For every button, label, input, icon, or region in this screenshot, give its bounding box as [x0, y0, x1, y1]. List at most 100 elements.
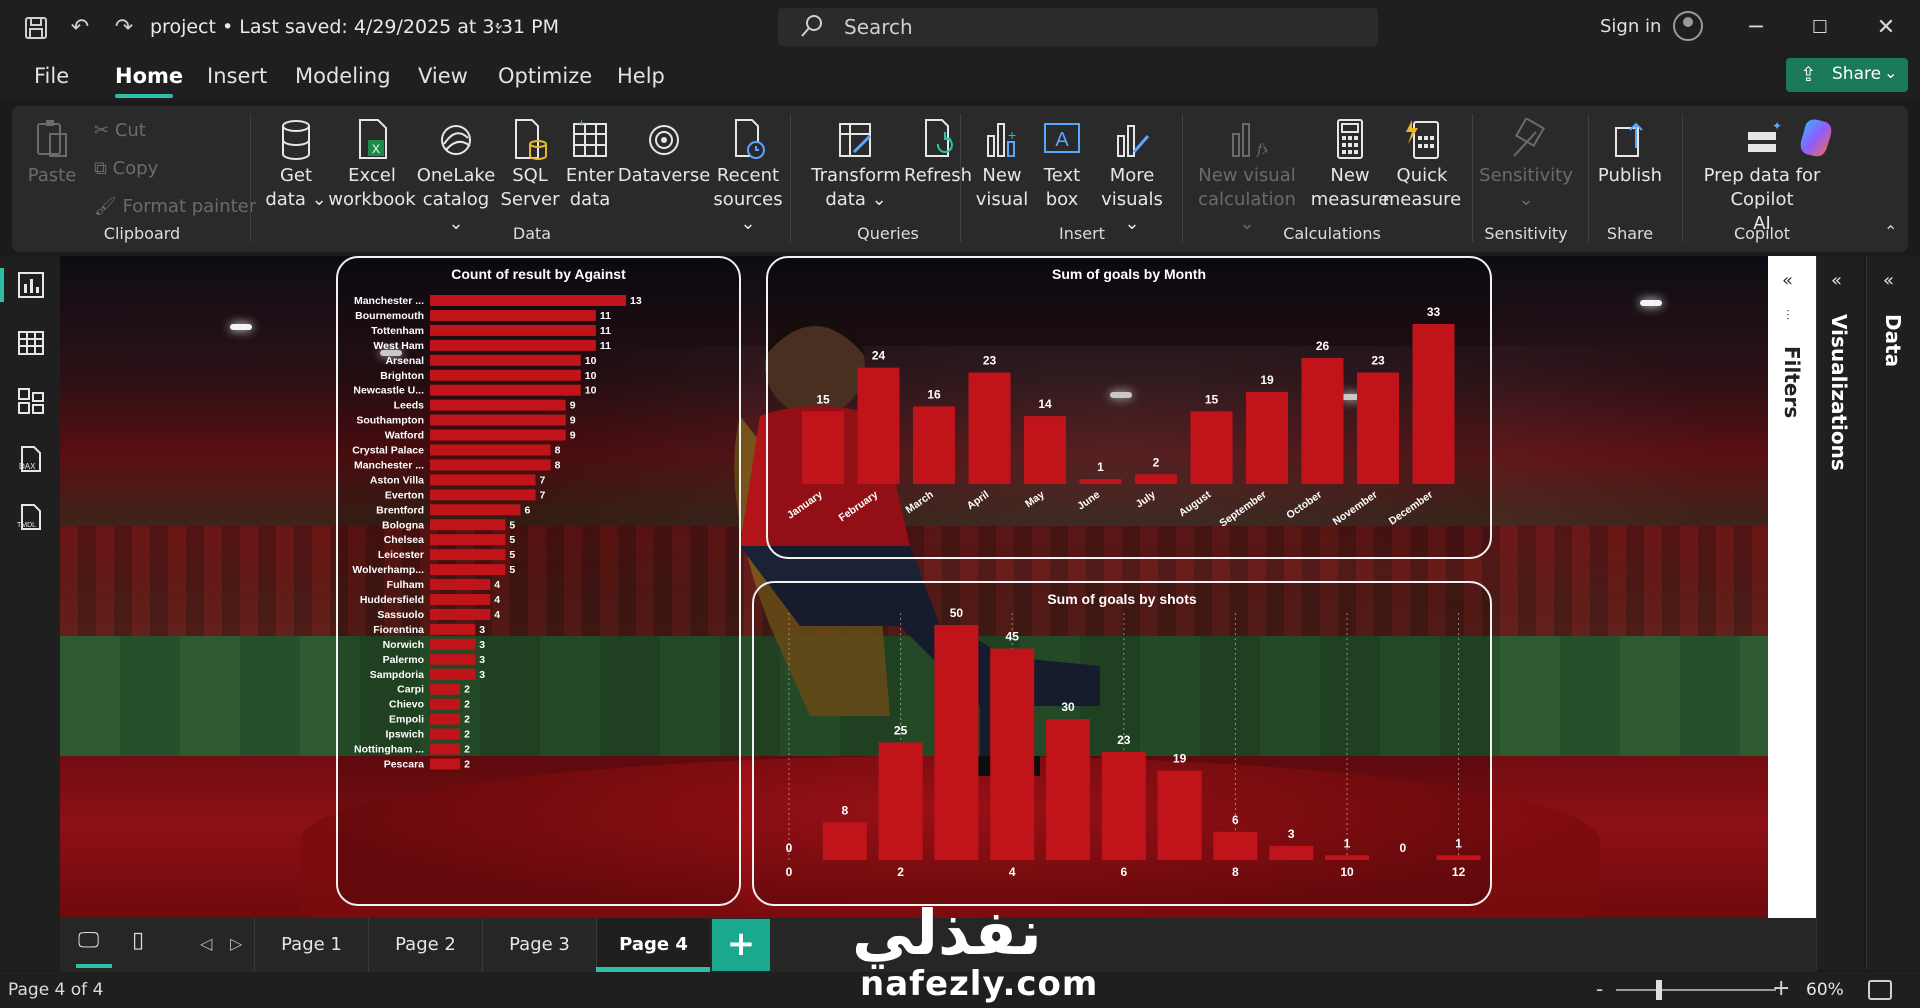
visualizations-pane[interactable]: « Visualizations — [1816, 256, 1864, 970]
tab-page-2[interactable]: Page 2 — [368, 918, 482, 972]
data-label: 9 — [570, 415, 576, 427]
menu-file[interactable]: File — [34, 64, 69, 88]
redo-icon[interactable]: ↷ — [108, 12, 140, 44]
recent-sources-button[interactable]: Recent sources ⌄ — [704, 118, 792, 236]
bar — [430, 369, 581, 381]
data-label: 4 — [494, 609, 500, 621]
tmdl-view-icon[interactable]: TMDL — [16, 502, 46, 532]
filters-pane[interactable]: « ⫶ Filters — [1768, 256, 1816, 918]
desktop-layout-icon[interactable]: 🖵 — [78, 928, 99, 953]
category-label: Norwich — [383, 639, 424, 651]
copy-button[interactable]: ⧉ Copy — [94, 158, 158, 179]
category-label: Sassuolo — [377, 609, 424, 621]
x-tick-label: November — [1331, 489, 1380, 528]
close-button[interactable]: ✕ — [1866, 10, 1906, 46]
enter-data-button[interactable]: + Enter data — [558, 118, 622, 212]
sign-in-link[interactable]: Sign in — [1600, 16, 1661, 37]
copilot-button[interactable] — [1786, 116, 1846, 162]
sql-server-button[interactable]: SQL Server — [498, 118, 562, 212]
bar — [857, 367, 900, 484]
report-view-icon[interactable] — [16, 270, 46, 300]
more-visuals-button[interactable]: More visuals ⌄ — [1094, 118, 1170, 236]
data-label: 2 — [1153, 455, 1160, 469]
menu-optimize[interactable]: Optimize — [498, 64, 592, 88]
zoom-in-button[interactable]: + — [1772, 976, 1790, 1001]
format-painter-button[interactable]: 🖌 Format painter — [94, 196, 256, 217]
excel-workbook-button[interactable]: X Excel workbook — [326, 118, 418, 212]
category-label: Huddersfield — [360, 594, 424, 606]
add-page-button[interactable]: + — [712, 919, 770, 971]
onelake-catalog-button[interactable]: OneLake catalog ⌄ — [416, 118, 496, 236]
data-label: 2 — [464, 714, 470, 726]
chart-goals-by-shots[interactable]: Sum of goals by shots 0 8 25 50 45 30 23 19 6 3 1 0… — [752, 581, 1492, 906]
data-label: 13 — [630, 295, 642, 307]
publish-button[interactable]: Publish — [1590, 118, 1670, 188]
avatar[interactable] — [1673, 11, 1703, 41]
dataverse-button[interactable]: Dataverse — [616, 118, 712, 188]
zoom-level[interactable]: 60% — [1806, 980, 1844, 1000]
data-label: 23 — [1371, 353, 1385, 367]
menu-modeling[interactable]: Modeling — [295, 64, 391, 88]
bar — [430, 444, 551, 456]
share-button[interactable]: ⇪ Share ⌄ — [1786, 58, 1908, 92]
tab-page-3[interactable]: Page 3 — [482, 918, 596, 972]
quick-measure-button[interactable]: Quick measure — [1380, 118, 1464, 212]
cut-button[interactable]: ✂ Cut — [94, 120, 146, 141]
table-view-icon[interactable] — [16, 328, 46, 358]
zoom-out-button[interactable]: - — [1596, 977, 1603, 1001]
menu-insert[interactable]: Insert — [207, 64, 267, 88]
bar — [430, 429, 566, 441]
paste-button[interactable]: Paste — [22, 118, 82, 188]
chevron-down-icon[interactable]: ⌄ — [492, 14, 505, 33]
zoom-slider[interactable] — [1616, 989, 1776, 991]
tab-page-4[interactable]: Page 4 — [596, 918, 710, 972]
category-label: Ipswich — [385, 729, 424, 741]
dax-query-view-icon[interactable]: DAX — [16, 444, 46, 474]
bar — [430, 309, 596, 321]
menu-view[interactable]: View — [418, 64, 468, 88]
collapse-data-icon[interactable]: « — [1883, 270, 1894, 291]
undo-icon[interactable]: ↶ — [64, 12, 96, 44]
visualizations-label: Visualizations — [1827, 314, 1851, 471]
search-input[interactable]: Search — [778, 8, 1378, 46]
new-visual-calculation-button[interactable]: fx New visualcalculation ⌄ — [1192, 118, 1302, 236]
text-box-button[interactable]: A Text box — [1034, 118, 1090, 212]
category-label: Bologna — [382, 519, 424, 531]
fit-to-page-icon[interactable] — [1868, 980, 1892, 1000]
bar — [430, 623, 476, 635]
save-icon[interactable] — [20, 12, 52, 44]
new-visual-button[interactable]: + New visual — [974, 118, 1030, 212]
collapse-visualizations-icon[interactable]: « — [1831, 270, 1842, 291]
svg-text:+: + — [578, 118, 585, 130]
data-label: 3 — [479, 639, 485, 651]
report-canvas[interactable]: Count of result by Against Manchester ..… — [60, 256, 1768, 918]
next-page-icon[interactable]: ▷ — [230, 934, 242, 953]
previous-page-icon[interactable]: ◁ — [200, 934, 212, 953]
bar — [430, 489, 536, 501]
chart-count-result-by-against[interactable]: Count of result by Against Manchester ..… — [336, 256, 741, 906]
zoom-slider-thumb[interactable] — [1656, 980, 1662, 1000]
collapse-filters-icon[interactable]: « — [1782, 270, 1793, 291]
tab-page-1[interactable]: Page 1 — [254, 918, 368, 972]
transform-data-button[interactable]: Transform data ⌄ — [802, 118, 910, 212]
refresh-button[interactable]: Refresh — [898, 118, 978, 188]
category-label: Newcastle U... — [353, 385, 424, 397]
model-view-icon[interactable] — [16, 386, 46, 416]
data-label: Data — [1881, 314, 1905, 368]
data-pane[interactable]: « Data — [1866, 256, 1920, 970]
svg-text:A: A — [1055, 129, 1069, 151]
sensitivity-button[interactable]: Sensitivity ⌄ — [1478, 118, 1574, 212]
mobile-layout-icon[interactable]: ▯ — [132, 928, 144, 953]
data-label: 2 — [464, 758, 470, 770]
menu-home[interactable]: Home — [115, 64, 183, 88]
new-visual-icon: + — [987, 123, 1016, 157]
chart-goals-by-month[interactable]: Sum of goals by Month 15 January 24 Februar… — [766, 256, 1492, 559]
bar — [878, 742, 923, 860]
menu-help[interactable]: Help — [617, 64, 665, 88]
minimize-button[interactable]: ─ — [1736, 10, 1776, 46]
category-label: Everton — [385, 489, 424, 501]
get-data-button[interactable]: Get data ⌄ — [264, 118, 328, 212]
new-measure-button[interactable]: New measure — [1310, 118, 1390, 212]
collapse-ribbon-icon[interactable]: ⌃ — [1884, 222, 1897, 241]
maximize-button[interactable]: ☐ — [1800, 10, 1840, 46]
